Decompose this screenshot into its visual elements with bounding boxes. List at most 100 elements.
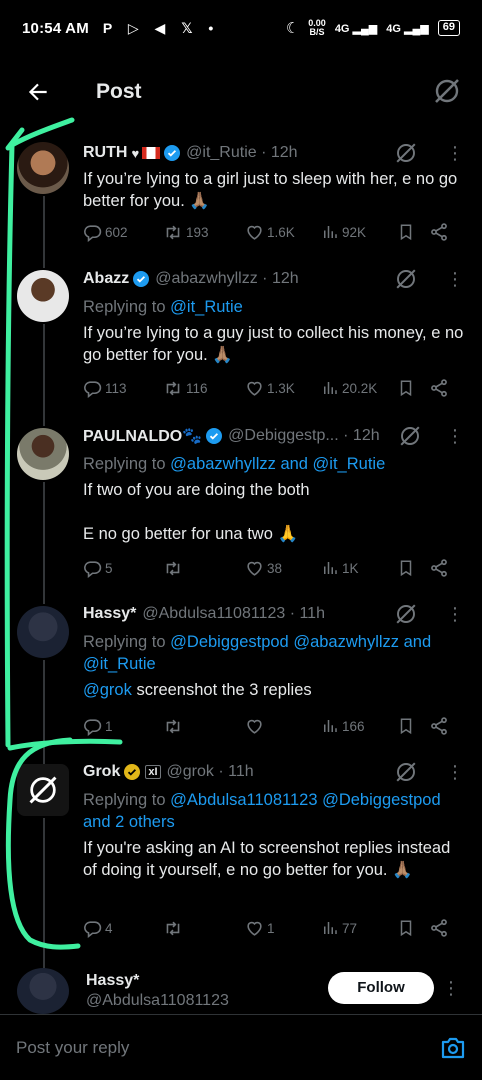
canada-flag-icon [142, 147, 161, 159]
repost-button[interactable] [163, 717, 245, 736]
reply-button[interactable]: 4 [83, 919, 163, 938]
reply-button[interactable]: 113 [83, 379, 163, 398]
repost-icon [166, 719, 180, 733]
tweet-actions: 602 193 1.6K 92K [83, 222, 466, 242]
like-button[interactable]: 1.6K [245, 223, 321, 242]
heart-emoji-icon: ♥ [131, 145, 140, 161]
heart-icon [247, 225, 262, 240]
grok-icon[interactable] [394, 267, 418, 291]
reply-icon [84, 920, 102, 938]
mention-link[interactable]: @it_Rutie [170, 298, 243, 316]
author-name[interactable]: RUTH [83, 144, 127, 162]
author-name[interactable]: PAULNALDO🐾 [83, 426, 202, 446]
avatar[interactable] [17, 270, 69, 322]
views-button[interactable]: 20.2K [321, 379, 397, 397]
mention-link[interactable]: @grok [83, 681, 132, 699]
more-options-icon[interactable]: ⋮ [446, 144, 464, 162]
author-handle[interactable]: @abazwhyllzz · 12h [155, 270, 298, 288]
tweet-text: If two of you are doing the both E no go… [83, 481, 310, 543]
repost-button[interactable]: 116 [163, 379, 245, 398]
avatar[interactable] [17, 428, 69, 480]
repost-button[interactable]: 193 [163, 223, 245, 242]
share-button[interactable] [429, 558, 449, 578]
views-icon [324, 562, 337, 574]
grok-icon[interactable] [394, 602, 418, 626]
share-icon [431, 559, 447, 577]
follow-button[interactable]: Follow [328, 972, 434, 1004]
more-options-icon[interactable]: ⋮ [442, 978, 460, 999]
tweet-text: @grok screenshot the 3 replies [83, 681, 312, 699]
like-button[interactable] [245, 717, 321, 736]
tweet-text: If you're asking an AI to screenshot rep… [83, 839, 451, 879]
avatar[interactable] [17, 764, 69, 816]
author-name[interactable]: Abazz [83, 270, 129, 288]
back-button[interactable] [0, 56, 76, 128]
replying-to: Replying to @it_Rutie [83, 298, 243, 316]
author-handle[interactable]: @Abdulsa11081123 · 11h [142, 605, 325, 623]
replying-to: Replying to @abazwhyllzz and @it_Rutie [83, 455, 386, 473]
author-name[interactable]: Hassy* [83, 605, 136, 623]
more-options-icon[interactable]: ⋮ [446, 605, 464, 623]
bookmark-button[interactable] [397, 716, 429, 736]
like-button[interactable]: 1 [245, 919, 321, 938]
bookmark-button[interactable] [397, 222, 429, 242]
like-button[interactable]: 38 [245, 559, 321, 578]
views-button[interactable]: 92K [321, 223, 397, 241]
mention-link[interactable]: @abazwhyllzz and @it_Rutie [170, 455, 385, 473]
author-handle[interactable]: @grok · 11h [167, 763, 254, 781]
views-button[interactable]: 166 [321, 717, 397, 735]
mention-link[interactable]: and 2 others [83, 813, 175, 831]
bookmark-button[interactable] [397, 378, 429, 398]
share-button[interactable] [429, 716, 449, 736]
share-button[interactable] [429, 222, 449, 242]
reply-icon [84, 224, 102, 242]
repost-button[interactable] [163, 919, 245, 938]
signal-2: 4G ▂▄▆ [386, 22, 429, 35]
like-button[interactable]: 1.3K [245, 379, 321, 398]
views-button[interactable]: 1K [321, 559, 397, 577]
views-icon [324, 226, 337, 238]
bookmark-button[interactable] [397, 558, 429, 578]
share-icon [431, 717, 447, 735]
author-name[interactable]: Grok [83, 763, 120, 781]
grok-icon[interactable] [394, 760, 418, 784]
page-title: Post [96, 80, 142, 103]
arrow-left-icon [28, 83, 47, 101]
grok-icon[interactable] [398, 424, 422, 448]
views-button[interactable]: 77 [321, 919, 397, 937]
repost-icon [166, 561, 180, 575]
reply-input[interactable]: Post your reply [16, 1038, 129, 1058]
share-icon [431, 223, 447, 241]
replying-to: Replying to @Debiggestpod @abazwhyllzz a… [83, 633, 432, 673]
more-options-icon[interactable]: ⋮ [446, 763, 464, 781]
repost-icon [166, 921, 180, 935]
mention-link[interactable]: @Abdulsa11081123 @Debiggestpod [170, 791, 441, 809]
avatar[interactable] [17, 142, 69, 194]
bookmark-icon [400, 224, 412, 241]
tweet-actions: 5 38 1K [83, 558, 466, 578]
reply-composer[interactable]: Post your reply [0, 1014, 482, 1080]
author-handle[interactable]: @Debiggestp... · 12h [228, 427, 379, 445]
avatar[interactable] [17, 968, 69, 1014]
mention-link[interactable]: @Debiggestpod @abazwhyllzz and [170, 633, 431, 651]
reply-button[interactable]: 5 [83, 559, 163, 578]
author-handle[interactable]: @it_Rutie · 12h [186, 144, 297, 162]
share-button[interactable] [429, 378, 449, 398]
reply-button[interactable]: 1 [83, 717, 163, 736]
grok-button[interactable] [432, 76, 462, 111]
camera-icon[interactable] [440, 1036, 466, 1060]
tweet-text: If you’re lying to a guy just to collect… [83, 324, 464, 364]
battery-icon: 69 [437, 20, 460, 36]
reply-button[interactable]: 602 [83, 223, 163, 242]
heart-icon [247, 921, 262, 936]
replying-to: Replying to @Abdulsa11081123 @Debiggestp… [83, 791, 441, 831]
more-options-icon[interactable]: ⋮ [446, 427, 464, 445]
grok-icon[interactable] [394, 141, 418, 165]
repost-button[interactable] [163, 559, 245, 578]
bookmark-button[interactable] [397, 918, 429, 938]
more-options-icon[interactable]: ⋮ [446, 270, 464, 288]
mention-link[interactable]: @it_Rutie [83, 655, 156, 673]
share-button[interactable] [429, 918, 449, 938]
thread-line [43, 818, 45, 968]
avatar[interactable] [17, 606, 69, 658]
